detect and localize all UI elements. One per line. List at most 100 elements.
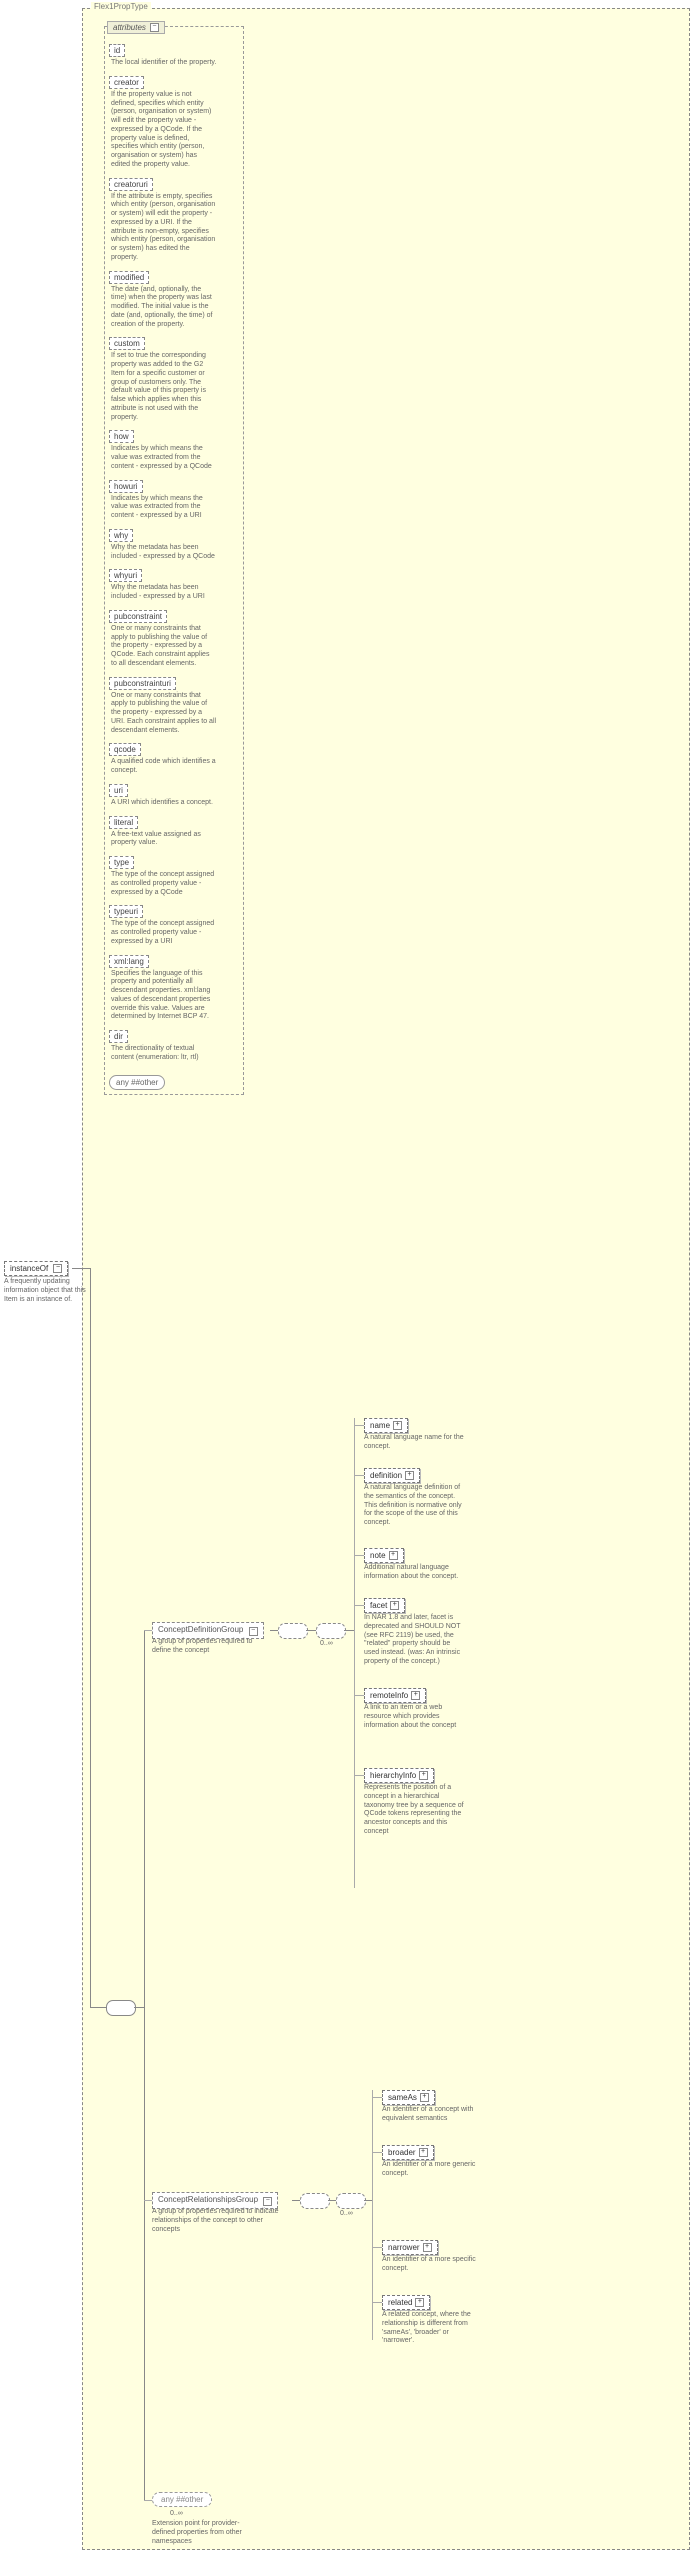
child-desc: A natural language definition of the sem… — [364, 1484, 464, 1528]
attribute-item: creatoruriIf the attribute is empty, spe… — [109, 178, 219, 263]
attribute-name: creatoruri — [109, 178, 153, 191]
sequence-compositor — [300, 2193, 330, 2209]
child-element: note+ — [364, 1548, 404, 1563]
child-element: hierarchyInfo+ — [364, 1768, 434, 1783]
root-element-label: instanceOf — [10, 1264, 48, 1273]
expand-icon[interactable]: + — [420, 2093, 429, 2102]
any-other-element: any ##other — [152, 2492, 212, 2507]
concept-definition-group: ConceptDefinitionGroup − — [152, 1622, 264, 1639]
choice-compositor — [336, 2193, 366, 2209]
child-element: related+ — [382, 2295, 430, 2310]
root-desc: A frequently updating information object… — [4, 1278, 89, 1304]
root-element: instanceOf − — [4, 1261, 68, 1276]
concept-relationships-group: ConceptRelationshipsGroup − — [152, 2192, 278, 2209]
expand-icon[interactable]: − — [150, 23, 159, 32]
attribute-desc: Why the metadata has been included - exp… — [109, 542, 219, 562]
attribute-desc: If the attribute is empty, specifies whi… — [109, 191, 219, 263]
child-element: remoteInfo+ — [364, 1688, 426, 1703]
attributes-container: attributes − idThe local identifier of t… — [104, 26, 244, 1095]
attribute-name: typeuri — [109, 905, 143, 918]
attribute-desc: The local identifier of the property. — [109, 57, 219, 68]
attribute-name: type — [109, 856, 134, 869]
child-element: broader+ — [382, 2145, 434, 2160]
expand-icon[interactable]: + — [389, 1551, 398, 1560]
concept-def-desc: A group of properties required to define… — [152, 1638, 272, 1656]
attribute-item: whyWhy the metadata has been included - … — [109, 529, 219, 562]
attribute-name: pubconstraint — [109, 610, 167, 623]
attribute-desc: The directionality of textual content (e… — [109, 1043, 219, 1063]
attribute-name: xml:lang — [109, 955, 149, 968]
attribute-desc: One or many constraints that apply to pu… — [109, 623, 219, 669]
attribute-item: pubconstrainturiOne or many constraints … — [109, 677, 219, 736]
attribute-item: modifiedThe date (and, optionally, the t… — [109, 271, 219, 330]
expand-icon[interactable]: + — [393, 1421, 402, 1430]
child-desc: Represents the position of a concept in … — [364, 1784, 464, 1837]
attribute-item: xml:langSpecifies the language of this p… — [109, 955, 219, 1023]
diagram-canvas: Flex1PropType instanceOf − A frequently … — [0, 0, 696, 2567]
attribute-desc: If the property value is not defined, sp… — [109, 89, 219, 170]
attribute-name: literal — [109, 816, 138, 829]
attribute-item: typeThe type of the concept assigned as … — [109, 856, 219, 897]
cardinality: 0..∞ — [170, 2510, 183, 2517]
attribute-name: how — [109, 430, 134, 443]
attribute-item: uriA URI which identifies a concept. — [109, 784, 219, 808]
attribute-name: creator — [109, 76, 144, 89]
child-element: definition+ — [364, 1468, 420, 1483]
expand-icon[interactable]: + — [415, 2298, 424, 2307]
expand-icon[interactable]: + — [411, 1691, 420, 1700]
attribute-item: qcodeA qualified code which identifies a… — [109, 743, 219, 776]
attribute-name: howuri — [109, 480, 143, 493]
attribute-desc: A qualified code which identifies a conc… — [109, 756, 219, 776]
attribute-item: pubconstraintOne or many constraints tha… — [109, 610, 219, 669]
attribute-item: literalA free-text value assigned as pro… — [109, 816, 219, 849]
attribute-desc: A URI which identifies a concept. — [109, 797, 219, 808]
attribute-desc: The type of the concept assigned as cont… — [109, 869, 219, 897]
attribute-item: customIf set to true the corresponding p… — [109, 337, 219, 422]
child-desc: A natural language name for the concept. — [364, 1434, 464, 1452]
child-element: sameAs+ — [382, 2090, 435, 2105]
attributes-header: attributes − — [107, 21, 165, 34]
attribute-item: howIndicates by which means the value wa… — [109, 430, 219, 471]
expand-icon[interactable]: + — [419, 1771, 428, 1780]
attribute-name: custom — [109, 337, 145, 350]
expand-icon[interactable]: − — [263, 2197, 272, 2206]
attribute-item: dirThe directionality of textual content… — [109, 1030, 219, 1063]
expand-icon[interactable]: + — [390, 1601, 399, 1610]
attribute-desc: If set to true the corresponding propert… — [109, 350, 219, 422]
attribute-name: qcode — [109, 743, 141, 756]
cardinality: 0..∞ — [320, 1640, 333, 1647]
any-other-attr: any ##other — [109, 1075, 165, 1090]
expand-icon[interactable]: + — [423, 2243, 432, 2252]
expand-icon[interactable]: − — [53, 1264, 62, 1273]
attribute-item: creatorIf the property value is not defi… — [109, 76, 219, 170]
attribute-desc: Indicates by which means the value was e… — [109, 493, 219, 521]
child-element: name+ — [364, 1418, 408, 1433]
attribute-desc: The type of the concept assigned as cont… — [109, 918, 219, 946]
attribute-desc: Specifies the language of this property … — [109, 968, 219, 1023]
attribute-name: why — [109, 529, 133, 542]
ext-desc: Extension point for provider-defined pro… — [152, 2520, 262, 2546]
attribute-item: whyuriWhy the metadata has been included… — [109, 569, 219, 602]
choice-compositor — [316, 1623, 346, 1639]
attribute-name: whyuri — [109, 569, 142, 582]
type-label: Flex1PropType — [91, 2, 151, 11]
attribute-item: idThe local identifier of the property. — [109, 44, 219, 68]
expand-icon[interactable]: + — [405, 1471, 414, 1480]
expand-icon[interactable]: + — [419, 2148, 428, 2157]
attribute-desc: Indicates by which means the value was e… — [109, 443, 219, 471]
attribute-desc: The date (and, optionally, the time) whe… — [109, 284, 219, 330]
child-desc: Additional natural language information … — [364, 1564, 464, 1582]
child-desc: In NAR 1.8 and later, facet is deprecate… — [364, 1614, 464, 1667]
attribute-name: pubconstrainturi — [109, 677, 176, 690]
attribute-name: modified — [109, 271, 149, 284]
expand-icon[interactable]: − — [249, 1627, 258, 1636]
sequence-compositor — [106, 2000, 136, 2016]
child-desc: An identifier of a more generic concept. — [382, 2161, 482, 2179]
attribute-name: id — [109, 44, 125, 57]
attribute-item: typeuriThe type of the concept assigned … — [109, 905, 219, 946]
sequence-compositor — [278, 1623, 308, 1639]
child-desc: A link to an item or a web resource whic… — [364, 1704, 464, 1730]
child-desc: A related concept, where the relationshi… — [382, 2311, 482, 2346]
child-element: narrower+ — [382, 2240, 438, 2255]
attribute-name: dir — [109, 1030, 128, 1043]
